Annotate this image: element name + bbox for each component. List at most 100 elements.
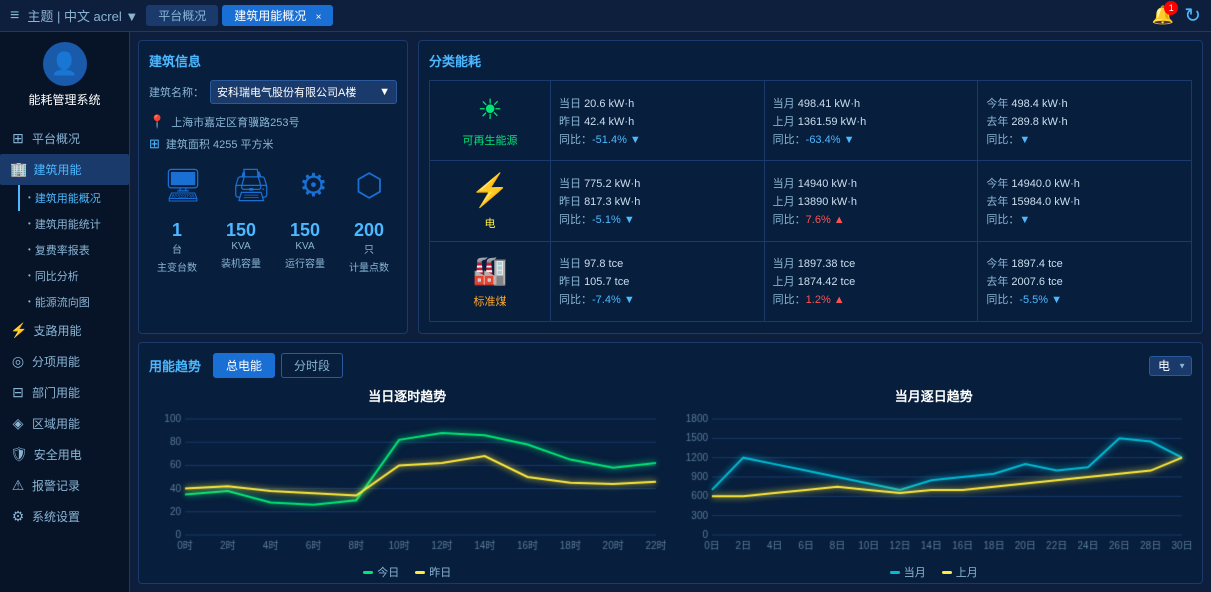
- top-nav: ≡ 主题 | 中文 acrel ▼ 平台概况 建筑用能概况 × 🔔 1 ↻: [0, 0, 1211, 32]
- legend-yesterday: 昨日: [415, 564, 451, 580]
- stat-running-capacity: 150 KVA 运行容量: [277, 220, 333, 274]
- area-icon: ◈: [10, 415, 26, 432]
- stat-value-2: 150: [277, 220, 333, 241]
- platform-icon: ⊞: [10, 130, 26, 147]
- btn-total-energy[interactable]: 总电能: [213, 353, 275, 378]
- sidebar-item-branch-label: 支路用能: [33, 322, 81, 339]
- stat-value-0: 1: [149, 220, 205, 241]
- electric-month-cell: 当月 14940 kW·h 上月 13890 kW·h 同比：7.6%: [765, 161, 978, 240]
- chart1-title: 当日逐时趋势: [149, 386, 666, 405]
- legend-label-thismonth: 当月: [904, 564, 926, 580]
- trend-filter: 电 水 气: [1149, 356, 1192, 376]
- address-icon: 📍: [149, 114, 165, 130]
- btn-time-period[interactable]: 分时段: [281, 353, 343, 378]
- stat-unit-2: KVA: [277, 241, 333, 252]
- sidebar-item-branch[interactable]: ⚡ 支路用能: [0, 315, 129, 346]
- sidebar-item-dept[interactable]: ⊟ 部门用能: [0, 377, 129, 408]
- stat-installed-capacity: 150 KVA 装机容量: [213, 220, 269, 274]
- renewable-year-cell: 今年 498.4 kW·h 去年 289.8 kW·h 同比：: [978, 81, 1191, 160]
- sidebar-item-area-label: 区域用能: [32, 415, 80, 432]
- subitems-icon: ◎: [10, 353, 26, 370]
- chart2-legend: 当月 上月: [676, 564, 1193, 580]
- sidebar-item-platform[interactable]: ⊞ 平台概况: [0, 123, 129, 154]
- coal-label: 标准煤: [474, 293, 507, 309]
- energy-grid: ☀ 可再生能源 当日 20.6 kW·h 昨日 42.4 kW·h 同比：-51…: [429, 80, 1192, 322]
- trend-header: 用能趋势 总电能 分时段 电 水 气: [149, 353, 1192, 378]
- top-section: 建筑信息 建筑名称： 安科瑞电气股份有限公司A楼 ▼ 📍 上海市嘉定区育骥路25…: [130, 32, 1211, 342]
- building-select-row: 建筑名称： 安科瑞电气股份有限公司A楼 ▼: [149, 80, 397, 104]
- stat-label-1: 装机容量: [213, 255, 269, 270]
- classification-energy-panel: 分类能耗 ☀ 可再生能源 当日 20.6 kW·h 昨日 42.4 kW·h 同…: [418, 40, 1203, 334]
- stat-value-3: 200: [341, 220, 397, 241]
- building-name-label: 建筑名称：: [149, 84, 204, 100]
- branch-icon: ⚡: [10, 322, 27, 339]
- sidebar: 👤 能耗管理系统 ⊞ 平台概况 🏢 建筑用能 建筑用能概况 建筑用能统计 复费率…: [0, 32, 130, 592]
- system-title: 能耗管理系统: [28, 92, 100, 109]
- building-info-panel: 建筑信息 建筑名称： 安科瑞电气股份有限公司A楼 ▼ 📍 上海市嘉定区育骥路25…: [138, 40, 408, 334]
- legend-label-lastmonth: 上月: [956, 564, 978, 580]
- electric-label: 电: [485, 215, 496, 231]
- settings-icon: ⚙: [10, 508, 26, 525]
- sidebar-item-area[interactable]: ◈ 区域用能: [0, 408, 129, 439]
- sidebar-item-building-label: 建筑用能: [33, 161, 81, 178]
- hamburger-icon[interactable]: ≡: [10, 7, 19, 25]
- sidebar-sub-building-overview[interactable]: 建筑用能概况: [18, 185, 129, 211]
- chart-daily-hourly: 当日逐时趋势 今日 昨日: [149, 386, 666, 564]
- chart-monthly-daily: 当月逐日趋势 当月 上月: [676, 386, 1193, 564]
- charts-container: 当日逐时趋势 今日 昨日 当月逐日趋势: [149, 386, 1192, 564]
- building-address: 上海市嘉定区育骥路253号: [171, 114, 299, 130]
- coal-day-cell: 当日 97.8 tce 昨日 105.7 tce 同比：-7.4%: [551, 242, 764, 321]
- electric-year-cell: 今年 14940.0 kW·h 去年 15984.0 kW·h 同比：: [978, 161, 1191, 240]
- sidebar-item-subitems-label: 分项用能: [32, 353, 80, 370]
- sidebar-item-subitems[interactable]: ◎ 分项用能: [0, 346, 129, 377]
- coal-year-cell: 今年 1897.4 tce 去年 2007.6 tce 同比：-5.5%: [978, 242, 1191, 321]
- legend-dot-today: [363, 571, 373, 574]
- stat-transformer-count: 1 台 主变台数: [149, 220, 205, 274]
- sidebar-item-alarm[interactable]: ⚠ 报警记录: [0, 470, 129, 501]
- stat-unit-1: KVA: [213, 241, 269, 252]
- nav-right: 🔔 1 ↻: [1152, 3, 1201, 28]
- electric-icon: ⚡: [470, 171, 510, 209]
- sidebar-sub-yoy[interactable]: 同比分析: [18, 263, 129, 289]
- area-info-icon: ⊞: [149, 136, 160, 152]
- bell-button[interactable]: 🔔 1: [1152, 5, 1174, 26]
- sidebar-item-building[interactable]: 🏢 建筑用能: [0, 154, 129, 185]
- renewable-label: 可再生能源: [463, 132, 518, 148]
- tab-building-energy[interactable]: 建筑用能概况 ×: [222, 5, 333, 26]
- building-icon: 🏢: [10, 161, 27, 178]
- energy-type-renewable: ☀ 可再生能源: [430, 81, 550, 160]
- energy-type-select[interactable]: 电 水 气: [1149, 356, 1192, 376]
- legend-last-month: 上月: [942, 564, 978, 580]
- tab-platform-overview[interactable]: 平台概况: [146, 5, 218, 26]
- energy-type-electric: ⚡ 电: [430, 161, 550, 240]
- sidebar-item-safety[interactable]: 🛡 安全用电: [0, 439, 129, 470]
- stat-unit-0: 台: [149, 241, 205, 256]
- stat-label-3: 计量点数: [341, 259, 397, 274]
- meter-icon: 🖨: [231, 166, 272, 204]
- refresh-icon[interactable]: ↻: [1184, 3, 1201, 28]
- stat-unit-3: 只: [341, 241, 397, 256]
- coal-icon: 🏭: [473, 254, 508, 287]
- sensor-icon: ⬡: [355, 166, 383, 204]
- legend-today: 今日: [363, 564, 399, 580]
- main-content: 建筑信息 建筑名称： 安科瑞电气股份有限公司A楼 ▼ 📍 上海市嘉定区育骥路25…: [130, 32, 1211, 592]
- close-tab-icon[interactable]: ×: [316, 12, 322, 23]
- stat-label-2: 运行容量: [277, 255, 333, 270]
- sidebar-item-platform-label: 平台概况: [32, 130, 80, 147]
- avatar: 👤: [43, 42, 87, 86]
- building-dropdown[interactable]: 安科瑞电气股份有限公司A楼 ▼: [210, 80, 397, 104]
- electric-day-cell: 当日 775.2 kW·h 昨日 817.3 kW·h 同比：-5.1%: [551, 161, 764, 240]
- alarm-icon: ⚠: [10, 477, 26, 494]
- sidebar-item-alarm-label: 报警记录: [32, 477, 80, 494]
- sidebar-sub-energy-flow[interactable]: 能源流向图: [18, 289, 129, 315]
- renewable-day-compare: -51.4%: [592, 134, 641, 146]
- building-section-title: 建筑信息: [149, 51, 397, 70]
- energy-trend-panel: 用能趋势 总电能 分时段 电 水 气: [138, 342, 1203, 584]
- building-address-row: 📍 上海市嘉定区育骥路253号: [149, 114, 397, 130]
- sidebar-sub-rate-report[interactable]: 复费率报表: [18, 237, 129, 263]
- sidebar-item-settings[interactable]: ⚙ 系统设置: [0, 501, 129, 532]
- legend-dot-lastmonth: [942, 571, 952, 574]
- sidebar-sub-building-stats[interactable]: 建筑用能统计: [18, 211, 129, 237]
- main-layout: 👤 能耗管理系统 ⊞ 平台概况 🏢 建筑用能 建筑用能概况 建筑用能统计 复费率…: [0, 32, 1211, 592]
- safety-icon: 🛡: [10, 446, 28, 463]
